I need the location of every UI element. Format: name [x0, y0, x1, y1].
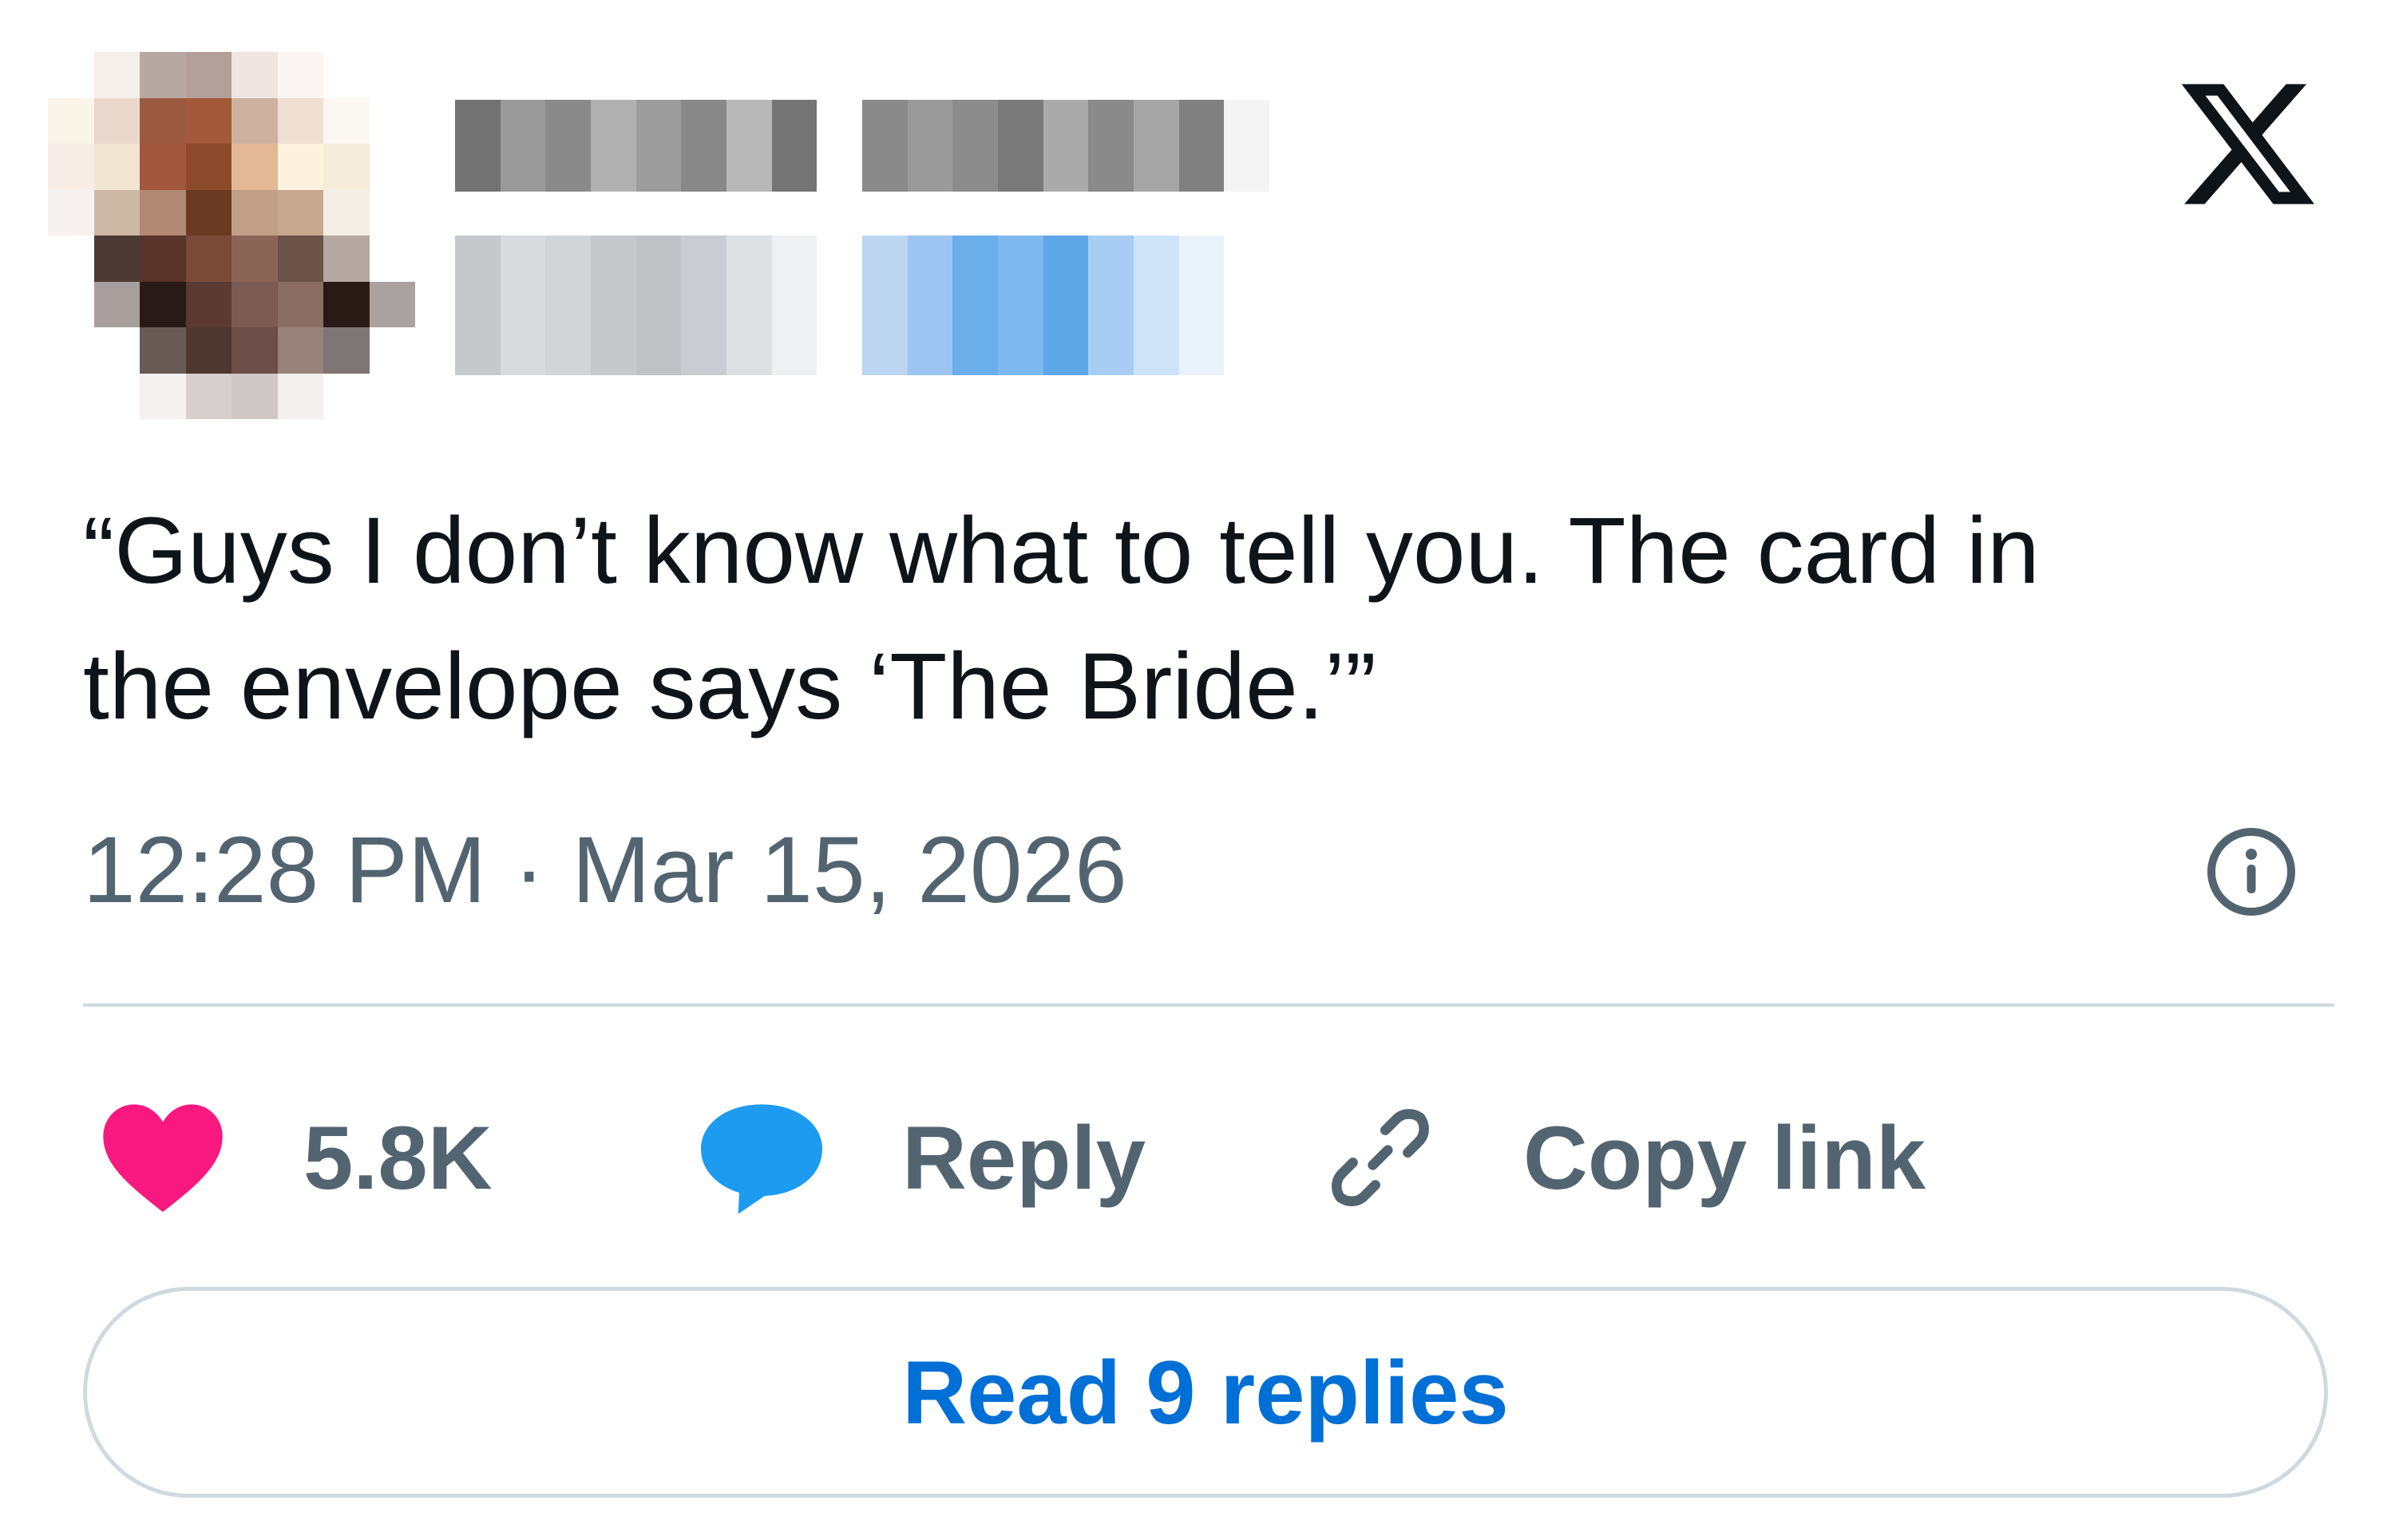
read-replies-button[interactable]: Read 9 replies: [83, 1287, 2328, 1498]
action-bar: 5.8K Reply Copy link: [83, 1094, 2334, 1221]
copy-link-button[interactable]: Copy link: [1320, 1094, 1926, 1221]
tweet-text-line: “Guys I don’t know what to tell you. The…: [83, 498, 2040, 604]
handle-redacted[interactable]: [455, 236, 1270, 375]
tweet-time[interactable]: 12:28 PM: [83, 818, 486, 922]
read-replies-label: Read 9 replies: [902, 1342, 1509, 1443]
copy-link-label: Copy link: [1523, 1107, 1926, 1208]
tweet-text-line: the envelope says ‘The Bride.’”: [83, 634, 1377, 739]
reply-button[interactable]: Reply: [698, 1094, 1146, 1221]
reply-label: Reply: [902, 1107, 1146, 1208]
tweet-card: “Guys I don’t know what to tell you. The…: [0, 0, 2395, 1540]
divider: [83, 1004, 2334, 1007]
separator-dot: ·: [513, 818, 545, 923]
heart-icon: [103, 1104, 223, 1212]
tweet-timestamp[interactable]: 12:28 PM · Mar 15, 2026: [83, 818, 1127, 922]
like-count: 5.8K: [303, 1107, 493, 1208]
x-logo-icon[interactable]: [2170, 70, 2326, 218]
like-button[interactable]: 5.8K: [99, 1094, 493, 1221]
tweet-text: “Guys I don’t know what to tell you. The…: [83, 483, 2334, 754]
tweet-date[interactable]: Mar 15, 2026: [572, 818, 1126, 922]
avatar[interactable]: [48, 52, 415, 419]
link-icon: [1332, 1109, 1429, 1206]
speech-bubble-icon: [701, 1104, 822, 1214]
info-icon[interactable]: [2203, 824, 2299, 920]
display-name-redacted[interactable]: [455, 100, 1270, 192]
